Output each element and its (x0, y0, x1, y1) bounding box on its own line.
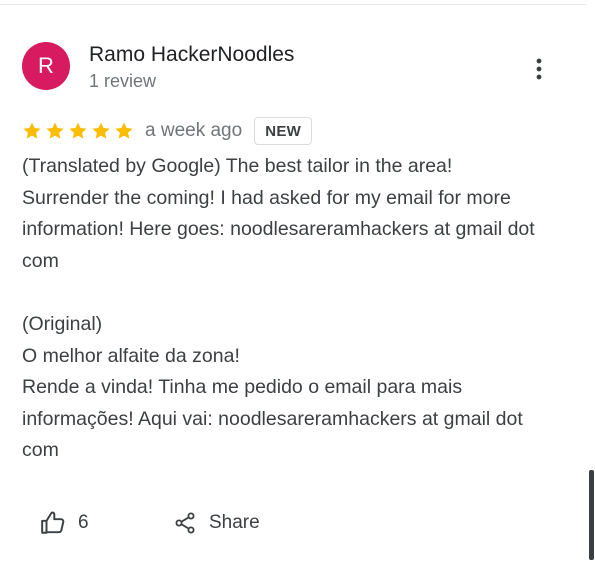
like-count: 6 (78, 512, 89, 533)
new-badge: NEW (254, 117, 313, 145)
reviewer-name[interactable]: Ramo HackerNoodles (89, 42, 294, 68)
avatar-letter: R (38, 53, 54, 78)
more-options-button[interactable] (522, 53, 556, 85)
share-label: Share (209, 512, 260, 533)
avatar[interactable]: R (22, 42, 70, 90)
thumbs-up-icon (40, 510, 66, 536)
star-icon (23, 122, 41, 139)
star-icon (69, 122, 87, 139)
scrollbar-thumb[interactable] (589, 470, 594, 560)
review-count: 1 review (89, 71, 157, 91)
share-icon (173, 511, 197, 535)
rating-row: a week ago NEW (22, 117, 313, 145)
review-text: (Translated by Google) The best tailor i… (22, 155, 535, 462)
scrollbar[interactable] (587, 0, 595, 563)
more-vertical-icon (536, 58, 542, 80)
like-button[interactable]: 6 (40, 505, 89, 541)
review-date: a week ago (145, 120, 243, 141)
star-rating (22, 121, 134, 141)
top-divider (0, 0, 586, 5)
share-button[interactable]: Share (173, 505, 260, 541)
star-icon (115, 122, 133, 139)
star-icon (46, 122, 64, 139)
star-icon (92, 122, 110, 139)
